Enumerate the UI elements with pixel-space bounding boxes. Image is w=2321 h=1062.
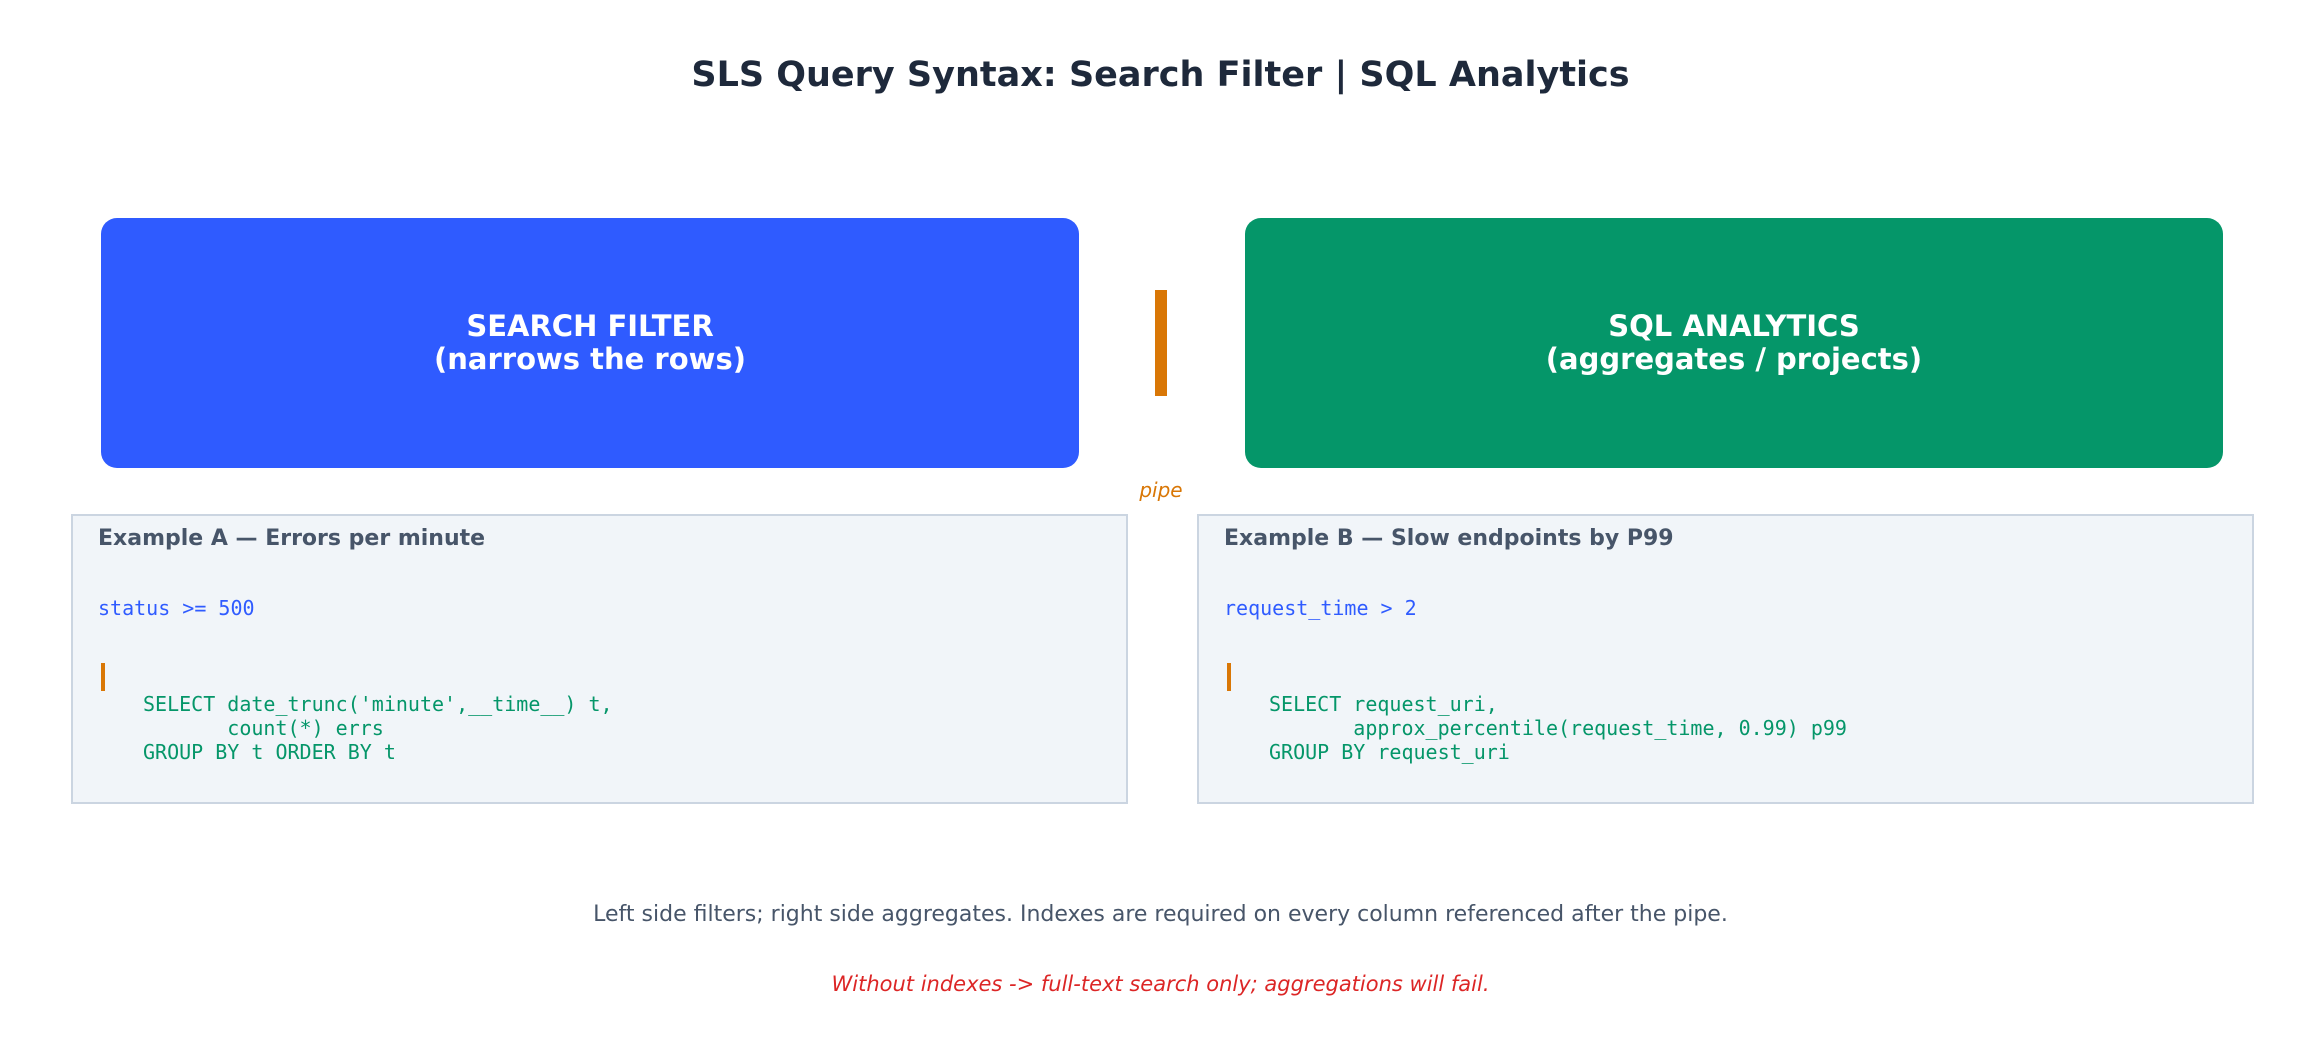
warning-note: Without indexes -> full-text search only… bbox=[831, 972, 1490, 996]
example-a-filter: status >= 500 bbox=[98, 596, 255, 620]
sql-analytics-heading: SQL ANALYTICS bbox=[1608, 309, 1860, 343]
example-a-sql: SELECT date_trunc('minute',__time__) t, … bbox=[143, 692, 613, 764]
example-b-filter: request_time > 2 bbox=[1224, 596, 1417, 620]
sql-analytics-box: SQL ANALYTICS (aggregates / projects) bbox=[1245, 218, 2223, 468]
page-title: SLS Query Syntax: Search Filter | SQL An… bbox=[691, 55, 1630, 95]
pipe-symbol bbox=[1155, 290, 1167, 396]
example-b-panel: Example B — Slow endpoints by P99 reques… bbox=[1197, 514, 2254, 804]
example-a-pipe bbox=[101, 663, 105, 691]
search-filter-heading: SEARCH FILTER bbox=[466, 309, 714, 343]
example-a-panel: Example A — Errors per minute status >= … bbox=[71, 514, 1128, 804]
pipe-label: pipe bbox=[1139, 478, 1183, 502]
example-b-title: Example B — Slow endpoints by P99 bbox=[1224, 526, 1674, 551]
sql-analytics-subtitle: (aggregates / projects) bbox=[1545, 342, 1923, 376]
footnote: Left side filters; right side aggregates… bbox=[593, 902, 1728, 927]
example-b-pipe bbox=[1227, 663, 1231, 691]
search-filter-subtitle: (narrows the rows) bbox=[434, 342, 746, 376]
search-filter-box: SEARCH FILTER (narrows the rows) bbox=[101, 218, 1079, 468]
example-b-sql: SELECT request_uri, approx_percentile(re… bbox=[1269, 692, 1847, 764]
example-a-title: Example A — Errors per minute bbox=[98, 526, 486, 551]
